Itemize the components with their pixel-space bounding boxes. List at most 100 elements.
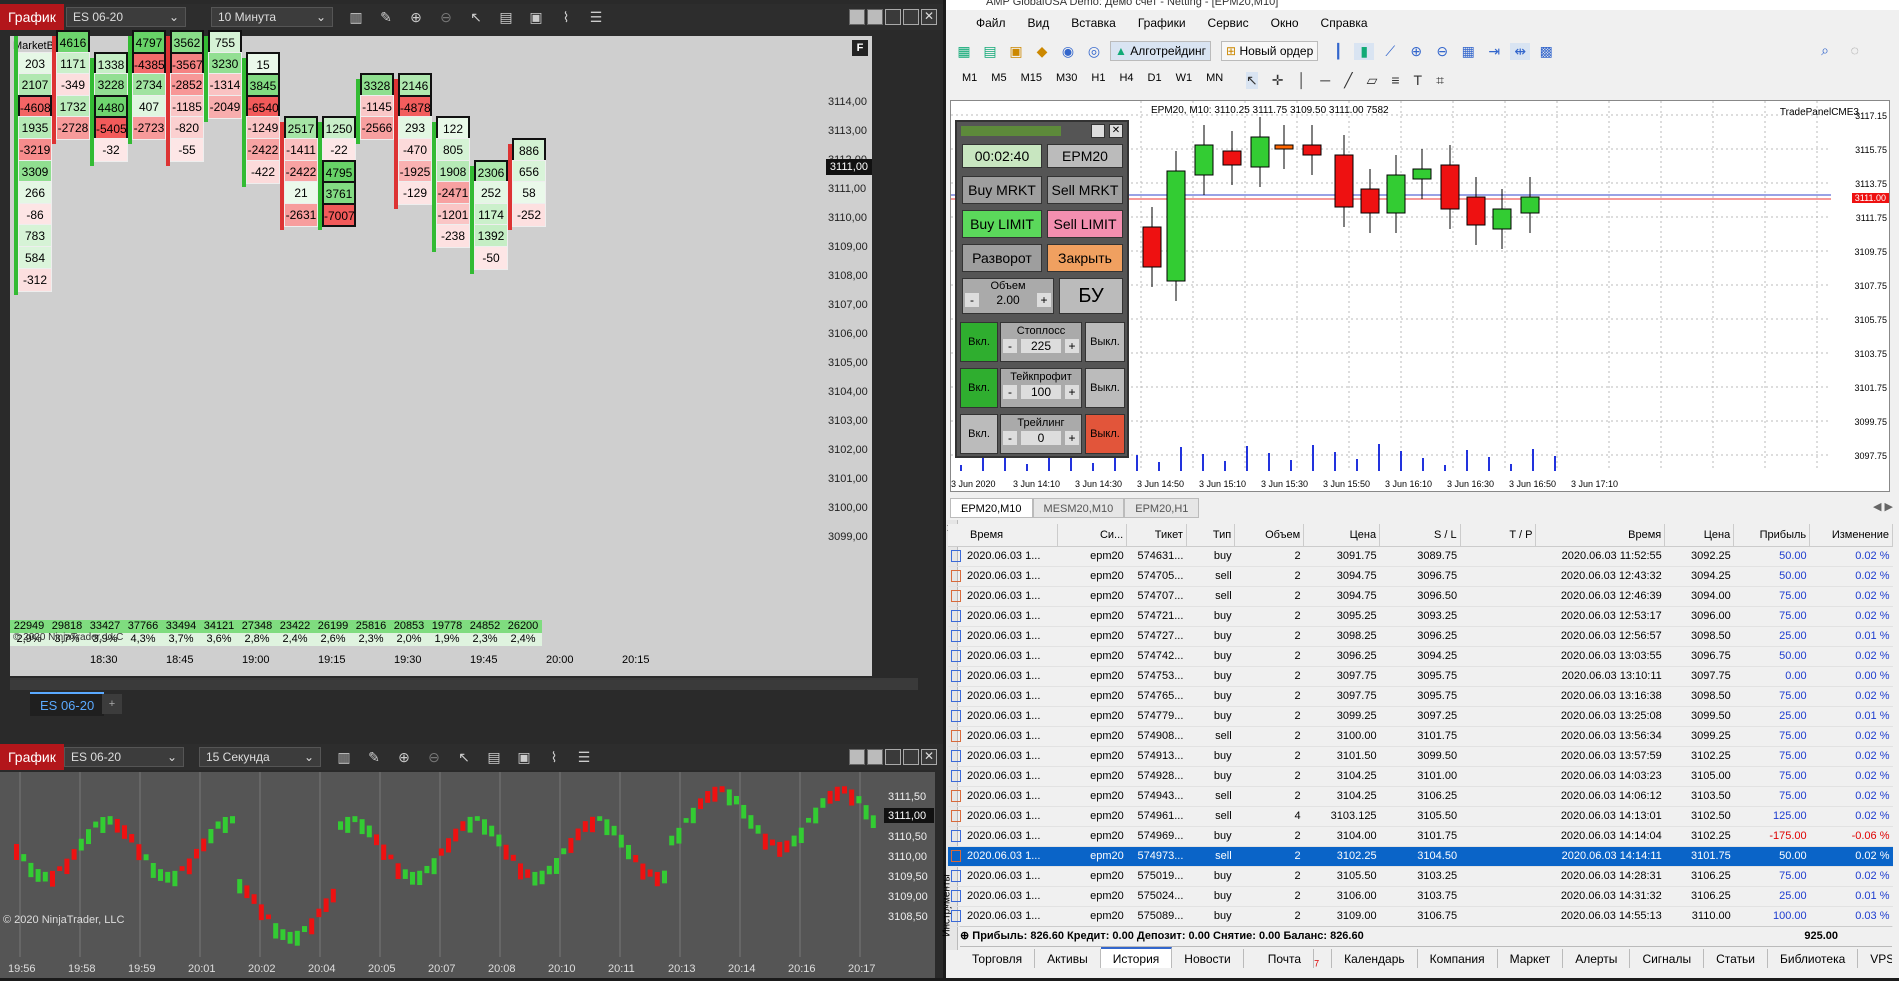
table-row[interactable]: 2020.06.03 1... epm20 574943... sell 2 3104.2… bbox=[948, 786, 1893, 807]
table-row[interactable]: 2020.06.03 1... epm20 574928... buy 2 3104.25… bbox=[948, 766, 1893, 787]
trend-line-icon[interactable]: ╱ bbox=[1344, 72, 1352, 89]
param-value[interactable]: 0 bbox=[1021, 431, 1061, 445]
breakeven-button[interactable]: БУ bbox=[1059, 278, 1123, 314]
data-box-icon[interactable]: ▤ bbox=[496, 9, 516, 26]
add-tab-button[interactable]: + bbox=[102, 694, 122, 714]
column-header[interactable]: Время bbox=[1535, 524, 1666, 547]
terminal-tab[interactable]: Новости bbox=[1172, 949, 1244, 968]
enable-button[interactable]: Вкл. bbox=[960, 414, 998, 454]
terminal-tab[interactable]: Торговля bbox=[960, 949, 1036, 968]
disable-button[interactable]: Выкл. bbox=[1085, 368, 1125, 408]
menu-item[interactable]: Сервис bbox=[1208, 16, 1249, 34]
timeframe-button[interactable]: MN bbox=[1206, 72, 1223, 92]
channel-icon[interactable]: ▱ bbox=[1367, 72, 1378, 89]
maximize-icon[interactable] bbox=[903, 749, 919, 765]
list-icon[interactable]: ☰ bbox=[574, 749, 594, 766]
volume-plus-button[interactable]: + bbox=[1036, 293, 1051, 307]
pointer-icon[interactable]: ↖ bbox=[454, 749, 474, 766]
volume-value[interactable]: 2.00 bbox=[996, 293, 1019, 307]
close-icon[interactable]: ✕ bbox=[921, 9, 937, 25]
maximize-icon[interactable] bbox=[903, 9, 919, 25]
column-header[interactable]: Цена bbox=[1303, 524, 1381, 547]
profiles-icon[interactable]: ▤ bbox=[980, 43, 1000, 60]
table-row[interactable]: 2020.06.03 1... epm20 574707... sell 2 3094.7… bbox=[948, 586, 1893, 607]
vertical-line-icon[interactable]: │ bbox=[1297, 72, 1306, 89]
tab-scroll-arrows[interactable]: ◀ ▶ bbox=[1873, 500, 1893, 513]
symbol-button[interactable]: EPM20 bbox=[1047, 144, 1123, 168]
fibonacci-icon[interactable]: ≡ bbox=[1391, 72, 1399, 89]
chat-icon[interactable]: ◌ bbox=[1851, 42, 1859, 58]
chart-tab[interactable]: EPM20,H1 bbox=[1124, 498, 1200, 518]
terminal-tab[interactable]: Маркет bbox=[1498, 949, 1564, 968]
tile-icon[interactable] bbox=[849, 9, 865, 25]
column-header[interactable]: Время bbox=[948, 524, 1059, 547]
indicator-icon[interactable]: ⌇ bbox=[544, 749, 564, 766]
indicator-icon[interactable]: ⌇ bbox=[556, 9, 576, 26]
horizontal-scrollbar[interactable] bbox=[10, 678, 918, 690]
timeframe-button[interactable]: M5 bbox=[991, 72, 1006, 92]
terminal-tab[interactable]: Статьи bbox=[1704, 949, 1769, 968]
indicators-icon[interactable]: ▩ bbox=[1536, 43, 1556, 60]
signal-icon[interactable]: ◎ bbox=[1084, 43, 1104, 60]
list-icon[interactable]: ☰ bbox=[586, 9, 606, 26]
table-row[interactable]: 2020.06.03 1... epm20 575019... buy 2 3105.50… bbox=[948, 866, 1893, 887]
table-row[interactable]: 2020.06.03 1... epm20 574727... buy 2 3098.25… bbox=[948, 626, 1893, 647]
terminal-tab[interactable]: Почта 7 bbox=[1244, 949, 1333, 968]
chart-tab[interactable]: EPM20,M10 bbox=[950, 498, 1033, 518]
enable-button[interactable]: Вкл. bbox=[960, 322, 998, 362]
interval-select[interactable]: 10 Минута ⌄ bbox=[211, 7, 333, 27]
terminal-tab[interactable]: Компания bbox=[1418, 949, 1498, 968]
zoom-out-icon[interactable]: ⊖ bbox=[424, 749, 444, 766]
terminal-tab[interactable]: Алерты bbox=[1563, 949, 1631, 968]
terminal-tab[interactable]: Библиотека bbox=[1768, 949, 1859, 968]
column-header[interactable]: T / P bbox=[1460, 524, 1537, 547]
autoscroll-icon[interactable]: ⇥ bbox=[1484, 43, 1504, 60]
terminal-tab[interactable]: Сигналы bbox=[1630, 949, 1705, 968]
instrument-select[interactable]: ES 06-20 ⌄ bbox=[66, 7, 186, 27]
bars-type-icon[interactable]: ▥ bbox=[346, 9, 366, 26]
instrument-select-bottom[interactable]: ES 06-20 ⌄ bbox=[64, 747, 184, 767]
terminal-tab[interactable]: Активы bbox=[1035, 949, 1101, 968]
crosshair-icon[interactable]: ✛ bbox=[1272, 72, 1284, 89]
pencil-icon[interactable]: ✎ bbox=[376, 9, 396, 26]
chart-tab[interactable]: MESM20,M10 bbox=[1032, 498, 1125, 518]
tick-chart[interactable]: 19:56 19:58 19:59 20:01 20:02 20:04 20:05 20:07… bbox=[0, 772, 935, 978]
buy-market-button[interactable]: Buy MRKT bbox=[962, 176, 1042, 204]
timeframe-button[interactable]: W1 bbox=[1176, 72, 1193, 92]
zoom-in-icon[interactable]: ⊕ bbox=[394, 749, 414, 766]
enable-button[interactable]: Вкл. bbox=[960, 368, 998, 408]
close-position-button[interactable]: Закрыть bbox=[1047, 244, 1123, 272]
timeframe-button[interactable]: M15 bbox=[1021, 72, 1042, 92]
interval-select-bottom[interactable]: 15 Секунда ⌄ bbox=[199, 747, 321, 767]
tile-icon[interactable] bbox=[867, 9, 883, 25]
new-order-button[interactable]: ⊞ Новый ордер bbox=[1221, 41, 1319, 61]
column-header[interactable]: Си... bbox=[1057, 524, 1128, 547]
timeframe-button[interactable]: M1 bbox=[962, 72, 977, 92]
column-header[interactable]: Тип bbox=[1186, 524, 1236, 547]
horizontal-line-icon[interactable]: ─ bbox=[1320, 72, 1330, 89]
reverse-button[interactable]: Разворот bbox=[962, 244, 1042, 272]
candle-chart-icon[interactable]: ▮ bbox=[1354, 42, 1375, 60]
table-row[interactable]: 2020.06.03 1... epm20 574961... sell 4 3103.1… bbox=[948, 806, 1893, 827]
market-watch-icon[interactable]: ▣ bbox=[1006, 43, 1026, 60]
data-box-icon[interactable]: ▤ bbox=[484, 749, 504, 766]
table-row[interactable]: 2020.06.03 1... epm20 574631... buy 2 3091.75… bbox=[948, 546, 1893, 567]
table-row[interactable]: 2020.06.03 1... epm20 574973... sell 2 3102.2… bbox=[948, 846, 1893, 867]
search-icon[interactable]: ⌕ bbox=[1821, 42, 1829, 59]
sell-market-button[interactable]: Sell MRKT bbox=[1047, 176, 1123, 204]
table-row[interactable]: 2020.06.03 1... epm20 574908... sell 2 3100.0… bbox=[948, 726, 1893, 747]
table-row[interactable]: 2020.06.03 1... epm20 574765... buy 2 3097.75… bbox=[948, 686, 1893, 707]
terminal-icon[interactable]: ◉ bbox=[1058, 43, 1078, 60]
terminal-tab[interactable]: VPS bbox=[1858, 949, 1892, 968]
table-row[interactable]: 2020.06.03 1... epm20 574913... buy 2 3101.50… bbox=[948, 746, 1893, 767]
zoom-out-icon[interactable]: ⊖ bbox=[436, 9, 456, 26]
pencil-icon[interactable]: ✎ bbox=[364, 749, 384, 766]
menu-item[interactable]: Окно bbox=[1271, 16, 1299, 34]
terminal-tab[interactable]: Календарь bbox=[1332, 949, 1418, 968]
new-chart-icon[interactable]: ▦ bbox=[954, 43, 974, 60]
snapshot-icon[interactable]: ▣ bbox=[514, 749, 534, 766]
param-minus-button[interactable]: - bbox=[1003, 385, 1017, 399]
menu-item[interactable]: Файл bbox=[976, 16, 1006, 34]
line-chart-icon[interactable]: ⟋ bbox=[1380, 43, 1400, 60]
algo-trading-button[interactable]: ▲ Алготрейдинг bbox=[1110, 41, 1212, 61]
